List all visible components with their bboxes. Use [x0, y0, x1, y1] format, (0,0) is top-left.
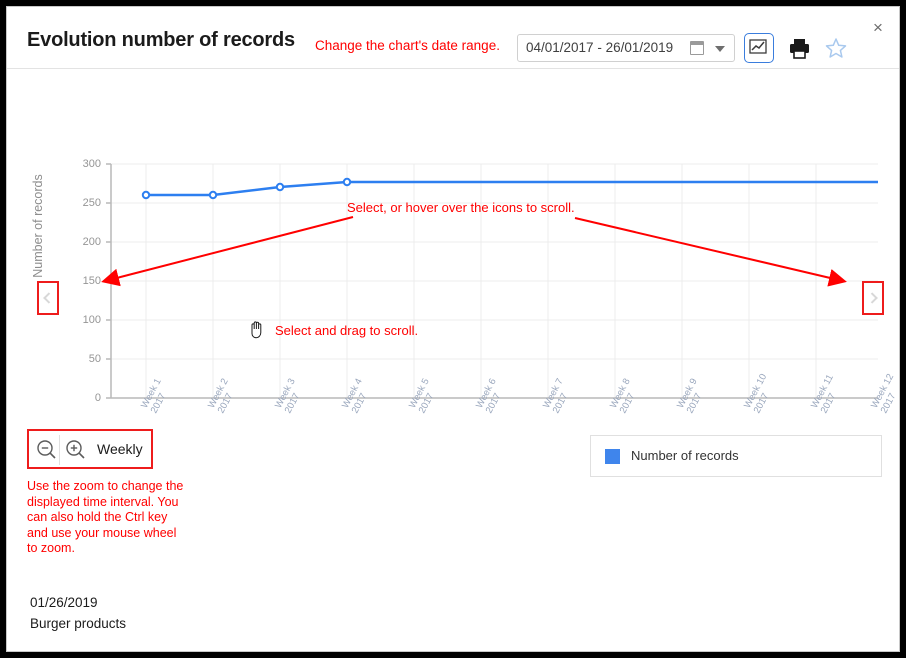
zoom-controls: Weekly: [27, 429, 153, 469]
y-tick-label: 250: [82, 197, 101, 209]
star-icon: [825, 38, 847, 58]
page-title: Evolution number of records: [27, 29, 295, 51]
footer-subject: Burger products: [30, 616, 127, 631]
legend-color-swatch: [605, 449, 620, 464]
chart-line-icon: [749, 39, 767, 54]
close-button[interactable]: ×: [865, 15, 891, 41]
chevron-right-icon: [866, 292, 878, 304]
print-button[interactable]: [784, 33, 814, 63]
y-tick-label: 200: [82, 236, 101, 248]
scroll-left-button[interactable]: [37, 281, 59, 315]
zoom-out-button[interactable]: [32, 435, 60, 465]
scroll-annotation-text: Select, or hover over the icons to scrol…: [347, 200, 575, 215]
legend-label: Number of records: [631, 448, 739, 463]
dialog-header: Evolution number of records Change the c…: [7, 7, 899, 69]
series-line-number-of-records: [146, 180, 878, 197]
y-tick-label: 150: [82, 275, 101, 287]
zoom-in-button[interactable]: [61, 435, 89, 465]
y-tick-label: 50: [88, 353, 101, 365]
footer-date: 01/26/2019: [30, 595, 98, 610]
scroll-right-button[interactable]: [862, 281, 884, 315]
chart-view-button[interactable]: [744, 33, 774, 63]
date-range-hint: Change the chart's date range.: [315, 38, 500, 53]
calendar-icon: [690, 41, 704, 55]
zoom-out-icon: [37, 440, 56, 459]
chevron-down-icon: [715, 46, 725, 52]
chevron-left-icon: [43, 292, 55, 304]
favorite-button[interactable]: [821, 33, 851, 63]
zoom-in-icon: [66, 440, 85, 459]
zoom-interval-label: Weekly: [97, 441, 143, 457]
line-chart-svg: [101, 163, 878, 399]
date-range-picker[interactable]: 04/01/2017 - 26/01/2019: [517, 34, 735, 62]
date-range-value: 04/01/2017 - 26/01/2019: [526, 40, 674, 55]
printer-icon: [790, 39, 809, 59]
chart-dialog-window: Evolution number of records Change the c…: [6, 6, 900, 652]
hand-cursor-icon: [251, 321, 262, 339]
zoom-instructions-text: Use the zoom to change the displayed tim…: [27, 479, 184, 555]
y-tick-label: 100: [82, 314, 101, 326]
y-tick-label: 300: [82, 158, 101, 170]
scroll-left-annotation-arrow: [101, 216, 354, 287]
drag-annotation-text: Select and drag to scroll.: [275, 323, 419, 338]
y-tick-label: 0: [94, 392, 101, 404]
chart-legend[interactable]: Number of records: [590, 435, 882, 477]
chart-plot-area[interactable]: Number of records 300 250 200 150 100 50…: [7, 69, 899, 419]
